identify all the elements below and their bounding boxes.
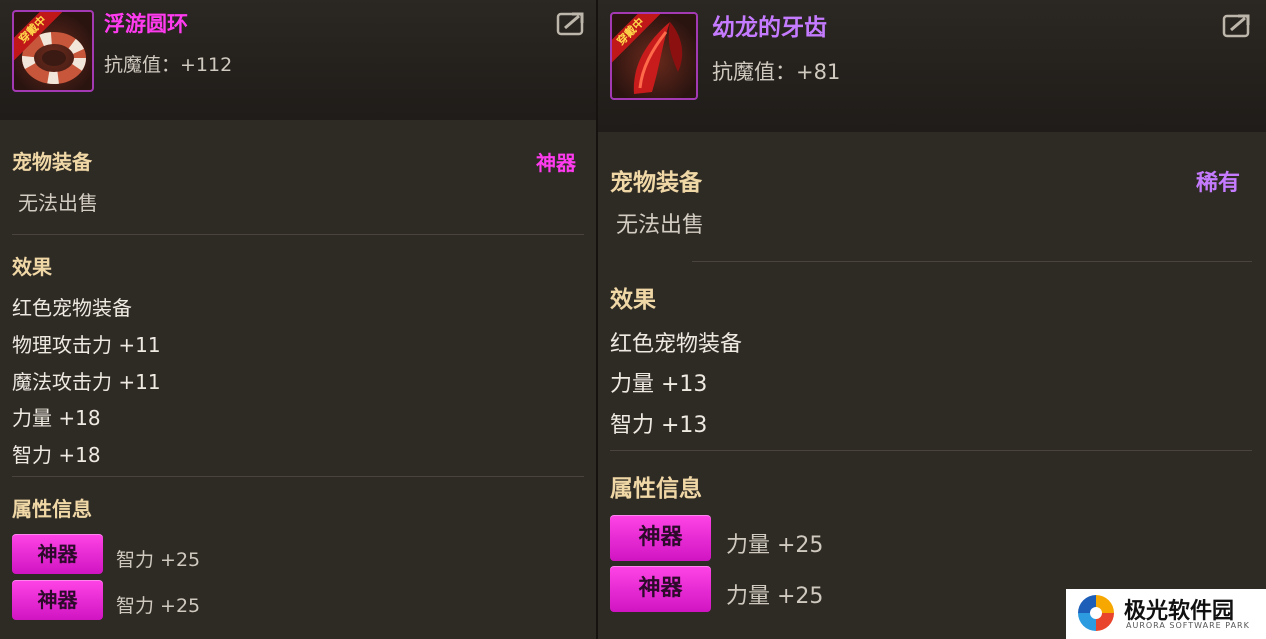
divider	[610, 450, 1252, 451]
attr-quality-badge: 神器	[12, 580, 103, 620]
attr-value: 力量 +25	[726, 533, 824, 558]
aurora-logo-icon	[1078, 595, 1114, 631]
tooltip-header	[598, 0, 1266, 132]
sell-status: 无法出售	[616, 213, 705, 238]
quality-label: 稀有	[1195, 171, 1240, 196]
ring-item-icon	[22, 32, 86, 84]
divider	[692, 261, 1252, 262]
attr-quality-badge: 神器	[610, 515, 711, 561]
effect-line: 力量 +18	[12, 406, 101, 430]
attr-quality-badge: 神器	[12, 534, 103, 574]
watermark-subtitle: AURORA SOFTWARE PARK	[1126, 621, 1250, 630]
effects-title: 效果	[610, 287, 656, 313]
attr-value: 力量 +25	[726, 584, 824, 609]
attr-value: 智力 +25	[116, 595, 201, 617]
attr-value: 智力 +25	[116, 549, 201, 571]
share-icon[interactable]	[556, 10, 586, 36]
item-tooltip-left: 穿戴中 浮游圆环 抗魔值：+112 宠物装备 神器 无法出售 效果 红色宠物装备…	[0, 0, 596, 639]
watermark: 极光软件园 AURORA SOFTWARE PARK	[1066, 589, 1266, 639]
quality-label: 神器	[536, 151, 576, 175]
effects-title: 效果	[12, 255, 52, 279]
effect-line: 智力 +18	[12, 443, 101, 467]
effect-line: 物理攻击力 +11	[12, 333, 161, 357]
divider	[12, 234, 584, 235]
item-tooltip-right: 穿戴中 幼龙的牙齿 抗魔值：+81 宠物装备 稀有 无法出售 效果 红色宠物装备…	[598, 0, 1266, 639]
category-label: 宠物装备	[610, 170, 702, 196]
attr-title: 属性信息	[12, 497, 92, 521]
item-stat: 抗魔值：+81	[712, 60, 841, 84]
divider	[12, 476, 584, 477]
item-name: 幼龙的牙齿	[712, 15, 827, 41]
effect-line: 智力 +13	[610, 413, 708, 438]
item-icon-frame[interactable]: 穿戴中	[610, 12, 698, 100]
effect-line: 红色宠物装备	[12, 296, 132, 320]
sell-status: 无法出售	[18, 191, 98, 215]
item-stat: 抗魔值：+112	[104, 54, 233, 76]
attr-quality-badge: 神器	[610, 566, 711, 612]
attr-title: 属性信息	[610, 476, 702, 502]
category-label: 宠物装备	[12, 150, 92, 174]
share-icon[interactable]	[1222, 12, 1252, 38]
effect-line: 魔法攻击力 +11	[12, 370, 161, 394]
effect-line: 红色宠物装备	[610, 332, 743, 357]
item-icon-frame[interactable]: 穿戴中	[12, 10, 94, 92]
effect-line: 力量 +13	[610, 372, 708, 397]
item-name: 浮游圆环	[104, 12, 188, 36]
